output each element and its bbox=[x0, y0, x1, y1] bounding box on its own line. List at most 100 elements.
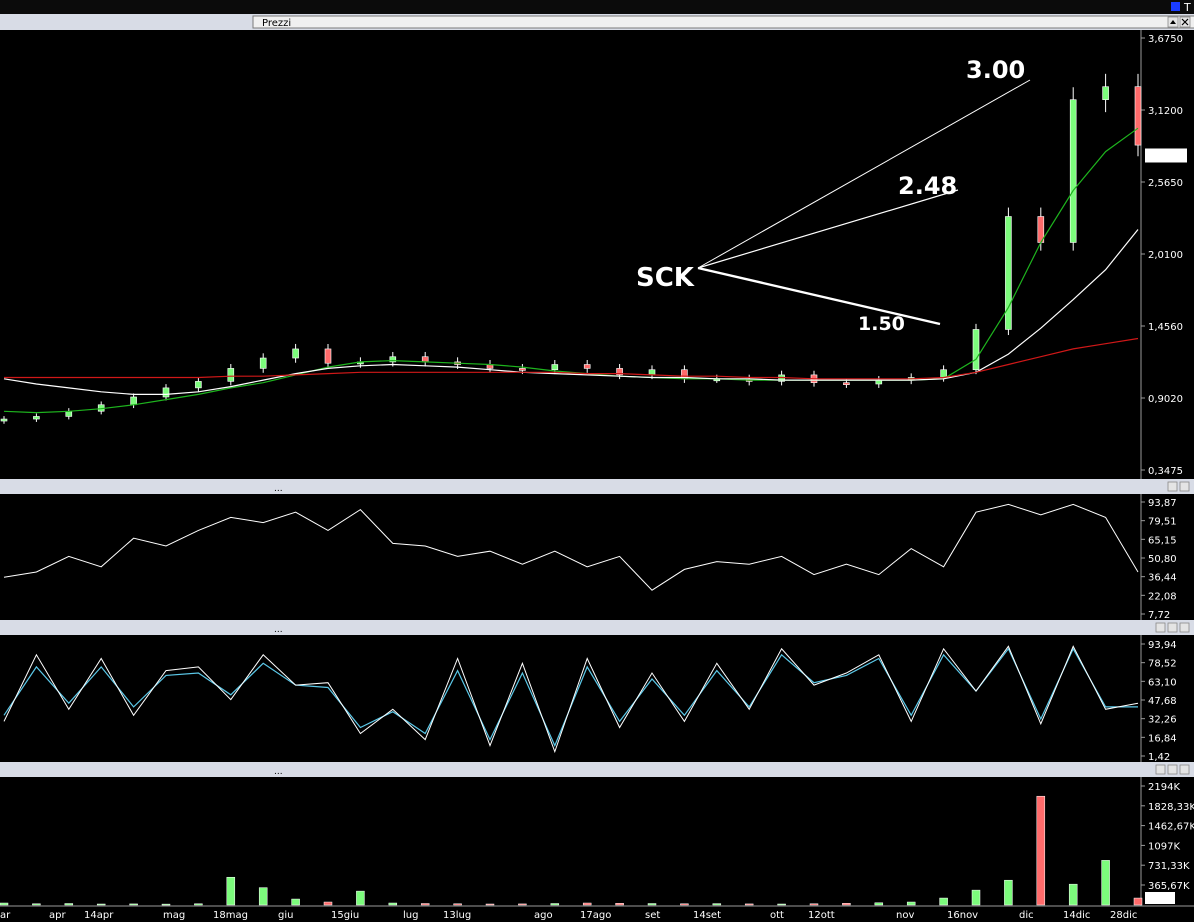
y-tick-label: 16,84 bbox=[1148, 733, 1177, 744]
volume-bar bbox=[874, 902, 884, 906]
y-tick-label: 63,10 bbox=[1148, 677, 1177, 688]
y-tick-label: 2,5650 bbox=[1148, 178, 1183, 189]
annotation-label: 3.00 bbox=[966, 56, 1025, 84]
x-tick-label: nov bbox=[896, 910, 914, 921]
y-tick-label: 2,0100 bbox=[1148, 250, 1183, 261]
panel-separator-oscillator[interactable] bbox=[0, 479, 1194, 494]
candle-body bbox=[940, 369, 947, 378]
candle-body bbox=[519, 368, 526, 371]
candle-body bbox=[1102, 86, 1109, 100]
panel-separator-label: ... bbox=[274, 767, 283, 777]
volume-bar bbox=[647, 903, 657, 906]
y-tick-label: 7,72 bbox=[1148, 610, 1170, 621]
y-tick-label: 2194K bbox=[1148, 782, 1180, 793]
candle-body bbox=[1005, 216, 1012, 330]
panel-scroll-up-icon[interactable] bbox=[1167, 16, 1179, 28]
candle-body bbox=[227, 368, 235, 382]
volume-bar bbox=[842, 903, 851, 906]
volume-bar bbox=[388, 902, 398, 906]
x-tick-label: dic bbox=[1019, 910, 1034, 921]
x-tick-label: 18mag bbox=[213, 910, 248, 921]
y-tick-label: 65,15 bbox=[1148, 535, 1177, 546]
y-tick-label: 93,87 bbox=[1148, 498, 1177, 509]
volume-bar bbox=[129, 903, 138, 906]
panel-separator-label: ... bbox=[274, 625, 283, 635]
volume-bar bbox=[161, 903, 171, 906]
candle-body bbox=[130, 396, 137, 406]
x-tick-label: 14set bbox=[693, 910, 721, 921]
candle-body bbox=[551, 364, 559, 371]
volume-bar bbox=[777, 903, 786, 906]
volume-bar bbox=[712, 903, 722, 906]
panel-title: Prezzi bbox=[262, 18, 291, 29]
y-tick-label: 36,44 bbox=[1148, 573, 1177, 584]
y-tick-label: 93,94 bbox=[1148, 640, 1177, 651]
volume-bar bbox=[226, 876, 236, 906]
y-tick-label: 3,6750 bbox=[1148, 34, 1183, 45]
x-tick-label: lug bbox=[403, 910, 418, 921]
volume-bar bbox=[582, 902, 592, 906]
volume-bar bbox=[323, 901, 333, 906]
x-tick-label: 14dic bbox=[1063, 910, 1090, 921]
x-tick-label: 28dic bbox=[1110, 910, 1137, 921]
x-tick-label: 12ott bbox=[808, 910, 835, 921]
x-tick-label: set bbox=[645, 910, 660, 921]
y-tick-label: 78,52 bbox=[1148, 659, 1177, 670]
volume-bar bbox=[453, 903, 462, 906]
annotation-label: 2.48 bbox=[898, 172, 957, 200]
volume-bar bbox=[809, 903, 819, 906]
volume-bar bbox=[420, 903, 430, 906]
x-tick-label: 16nov bbox=[947, 910, 978, 921]
y-tick-label: 731,33K bbox=[1148, 861, 1190, 872]
volume-bar bbox=[32, 903, 41, 906]
volume-bar bbox=[96, 903, 106, 906]
volume-bar bbox=[906, 901, 916, 906]
annotation-label: SCK bbox=[636, 263, 695, 293]
candle-body bbox=[324, 348, 332, 364]
x-tick-label: 17ago bbox=[580, 910, 611, 921]
candle-body bbox=[162, 387, 170, 398]
y-tick-label: 1097K bbox=[1148, 841, 1180, 852]
candle-body bbox=[421, 356, 429, 363]
window-corner-glyph: T bbox=[1183, 1, 1191, 14]
stock-chart-window: Prezzi T ... ... ... 3,6750 3,1200 2,5650 2… bbox=[0, 0, 1194, 922]
x-tick-label: ott bbox=[770, 910, 784, 921]
candle-body bbox=[292, 348, 299, 359]
x-tick-label: apr bbox=[49, 910, 66, 921]
volume-bar bbox=[1101, 860, 1110, 906]
y-tick-label: 1,42 bbox=[1148, 752, 1170, 763]
panel-separator-volume[interactable] bbox=[0, 762, 1194, 777]
y-tick-label: 1828,33K bbox=[1148, 802, 1194, 813]
x-tick-label: mag bbox=[163, 910, 185, 921]
x-tick-label: ago bbox=[534, 910, 553, 921]
window-color-square-icon bbox=[1171, 2, 1180, 11]
volume-bar bbox=[194, 903, 203, 906]
y-tick-label: 22,08 bbox=[1148, 591, 1177, 602]
x-tick-label: 15giu bbox=[331, 910, 359, 921]
volume-bar bbox=[744, 903, 754, 906]
panel-close-icon[interactable] bbox=[1179, 16, 1191, 28]
y-tick-label: 32,26 bbox=[1148, 715, 1177, 726]
volume-bar bbox=[550, 903, 560, 906]
x-tick-label: giu bbox=[278, 910, 293, 921]
x-tick-label: 14apr bbox=[84, 910, 114, 921]
panel-separator-stochastic[interactable] bbox=[0, 620, 1194, 635]
volume-bar bbox=[1133, 897, 1143, 906]
volume-bar bbox=[1036, 795, 1046, 906]
y-tick-label: 1462,67K bbox=[1148, 822, 1194, 833]
panel-separator-label: ... bbox=[274, 484, 283, 494]
volume-bar bbox=[64, 903, 74, 906]
volume-bar bbox=[939, 897, 948, 906]
candle-body bbox=[1134, 86, 1142, 146]
volume-bar bbox=[356, 890, 365, 906]
candle-body bbox=[648, 369, 656, 376]
volume-bar bbox=[0, 902, 9, 906]
candle-body bbox=[195, 381, 202, 389]
candle-body bbox=[259, 357, 267, 369]
candle-body bbox=[583, 364, 591, 369]
volume-bar bbox=[1004, 879, 1013, 906]
candle-body bbox=[0, 418, 8, 422]
candle-body bbox=[1069, 99, 1077, 243]
volume-bar bbox=[485, 903, 495, 906]
x-tick-label: 13lug bbox=[443, 910, 471, 921]
